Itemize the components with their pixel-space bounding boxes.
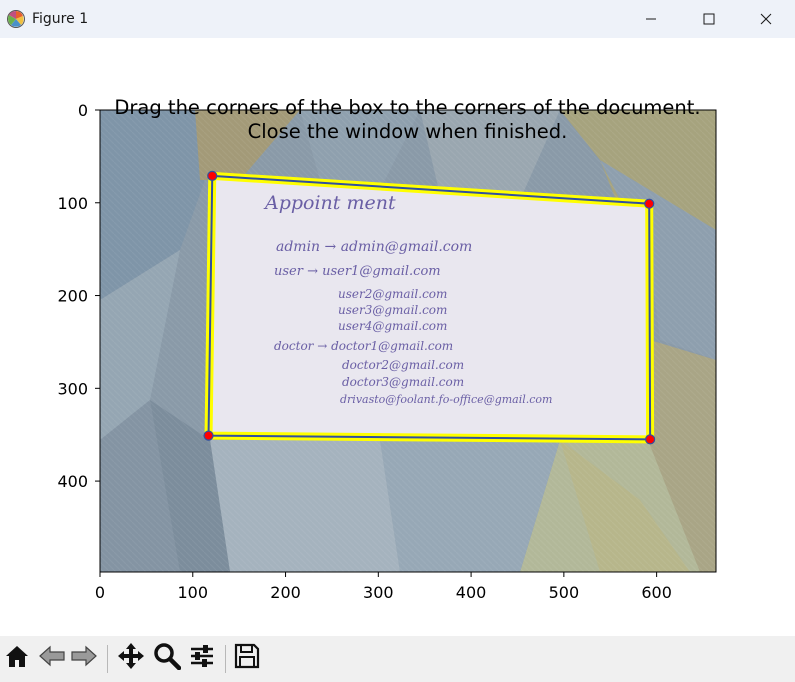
y-tick-label: 100 [57, 194, 88, 213]
figure-title-line1: Drag the corners of the box to the corne… [114, 96, 701, 119]
window-titlebar[interactable]: Figure 1 [0, 0, 795, 38]
pan-button[interactable] [115, 642, 147, 674]
document-text-line: user4@gmail.com [338, 319, 447, 333]
corner-handle[interactable] [645, 434, 656, 445]
zoom-icon [153, 642, 182, 674]
y-tick-label: 400 [57, 472, 88, 491]
save-icon [233, 642, 261, 674]
home-button[interactable] [1, 642, 33, 674]
corner-handle[interactable] [644, 198, 655, 209]
configure-subplots-icon [188, 642, 216, 674]
document-text-line: user → user1@gmail.com [274, 264, 441, 279]
document-text-line: doctor3@gmail.com [342, 375, 464, 389]
back-icon [38, 643, 66, 673]
figure-title: Drag the corners of the box to the corne… [0, 96, 795, 143]
navigation-toolbar [0, 636, 795, 682]
x-tick-label: 600 [641, 583, 672, 602]
y-tick-label: 300 [57, 379, 88, 398]
x-tick-label: 400 [456, 583, 487, 602]
toolbar-separator [107, 645, 108, 673]
document-text-line: user2@gmail.com [338, 287, 447, 301]
document-text-line: Appoint ment [263, 192, 396, 214]
document-text-line: user3@gmail.com [338, 303, 447, 317]
configure-subplots-button[interactable] [186, 642, 218, 674]
x-tick-label: 100 [177, 583, 208, 602]
minimize-button[interactable] [622, 0, 680, 38]
close-button[interactable] [737, 0, 795, 38]
corner-handle[interactable] [203, 430, 214, 441]
figure-title-line2: Close the window when finished. [247, 119, 568, 143]
window-title: Figure 1 [32, 11, 89, 27]
x-tick-label: 200 [270, 583, 301, 602]
matplotlib-logo-icon [6, 9, 26, 29]
document-text-line: drivasto@foolant.fo-office@gmail.com [340, 393, 552, 406]
pan-icon [117, 642, 145, 674]
x-tick-label: 0 [95, 583, 105, 602]
y-axis: 0100200300400 [57, 101, 100, 491]
toolbar-separator [225, 645, 226, 673]
maximize-icon [703, 13, 715, 25]
maximize-button[interactable] [680, 0, 738, 38]
x-axis: 0 100 200 300 400 500 600 [95, 572, 672, 602]
home-icon [4, 643, 30, 673]
document-text-line: doctor → doctor1@gmail.com [274, 339, 453, 353]
corner-handle[interactable] [207, 170, 218, 181]
zoom-button[interactable] [151, 642, 183, 674]
back-button[interactable] [36, 642, 68, 674]
save-button[interactable] [231, 642, 263, 674]
forward-button[interactable] [68, 642, 100, 674]
document-text-line: doctor2@gmail.com [342, 358, 464, 372]
x-tick-label: 500 [549, 583, 580, 602]
y-tick-label: 200 [57, 287, 88, 306]
forward-icon [70, 643, 98, 673]
minimize-icon [645, 13, 657, 25]
figure-canvas[interactable]: Appoint ment admin → admin@gmail.com user … [0, 38, 795, 636]
x-tick-label: 300 [363, 583, 394, 602]
document-text-line: admin → admin@gmail.com [276, 239, 472, 255]
close-icon [760, 13, 772, 25]
